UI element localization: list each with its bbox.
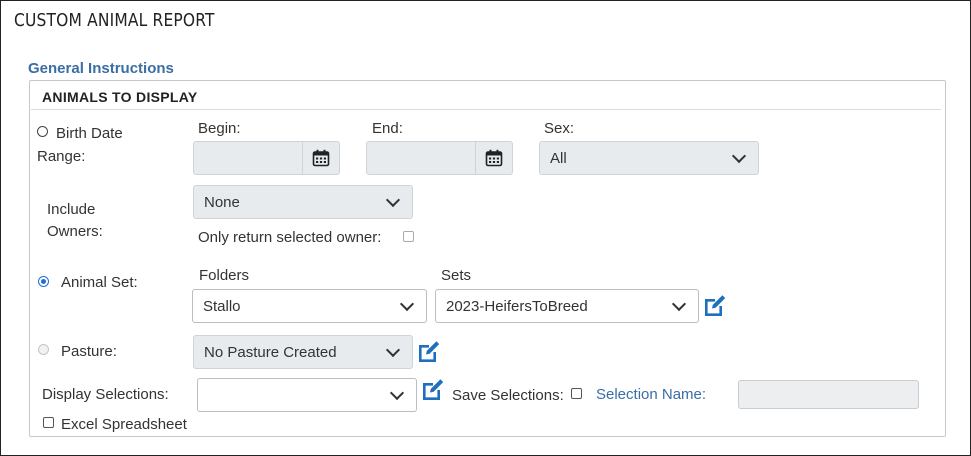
panel-title: ANIMALS TO DISPLAY <box>42 89 198 105</box>
save-selections-label: Save Selections: <box>452 387 564 404</box>
excel-label: Excel Spreadsheet <box>61 416 187 433</box>
birth-date-label: Birth Date <box>56 125 123 142</box>
panel-divider <box>31 109 941 110</box>
owners-select[interactable]: None <box>193 185 413 219</box>
general-instructions-link[interactable]: General Instructions <box>28 60 174 77</box>
edit-set-icon[interactable] <box>703 294 727 316</box>
birth-date-label-range: Range: <box>37 148 86 165</box>
animal-set-label: Animal Set: <box>61 274 138 291</box>
save-selections-checkbox[interactable] <box>571 388 582 399</box>
chevron-down-icon <box>385 342 401 358</box>
end-calendar-button[interactable] <box>475 141 513 175</box>
calendar-icon <box>485 149 503 167</box>
display-selections-label: Display Selections: <box>42 386 169 403</box>
only-selected-owner-checkbox[interactable] <box>403 231 414 242</box>
pasture-select[interactable]: No Pasture Created <box>193 335 413 369</box>
sex-label: Sex: <box>544 120 575 137</box>
begin-date-input[interactable] <box>193 141 303 175</box>
include-owners-label-2: Owners: <box>47 223 103 240</box>
end-label: End: <box>372 120 403 137</box>
pasture-label: Pasture: <box>61 343 117 360</box>
sex-select[interactable]: All <box>539 141 759 175</box>
sex-select-value: All <box>550 149 567 167</box>
chevron-down-icon <box>399 296 415 312</box>
chevron-down-icon <box>389 385 405 401</box>
folder-select-value: Stallo <box>203 297 241 315</box>
begin-calendar-button[interactable] <box>302 141 340 175</box>
sets-label: Sets <box>441 267 472 284</box>
include-owners-label: Include <box>47 201 96 218</box>
excel-checkbox[interactable] <box>43 417 54 428</box>
folders-label: Folders <box>199 267 250 284</box>
animal-set-radio[interactable] <box>38 276 49 287</box>
chevron-down-icon <box>671 296 687 312</box>
calendar-icon <box>312 149 330 167</box>
end-date-input[interactable] <box>366 141 476 175</box>
only-selected-owner-label: Only return selected owner: <box>198 229 382 246</box>
chevron-down-icon <box>731 148 747 164</box>
begin-label: Begin: <box>198 120 241 137</box>
set-select-value: 2023-HeifersToBreed <box>446 297 588 315</box>
edit-pasture-icon[interactable] <box>417 340 441 362</box>
folder-select[interactable]: Stallo <box>192 289 427 323</box>
edit-selections-icon[interactable] <box>421 378 445 400</box>
page-title: CUSTOM ANIMAL REPORT <box>14 10 215 31</box>
selection-name-input[interactable] <box>738 380 919 409</box>
birth-date-radio[interactable] <box>37 126 48 137</box>
selection-name-label: Selection Name: <box>596 386 707 403</box>
owners-select-value: None <box>204 193 240 211</box>
display-selections-select[interactable] <box>197 378 417 412</box>
chevron-down-icon <box>385 192 401 208</box>
pasture-select-value: No Pasture Created <box>204 343 337 361</box>
set-select[interactable]: 2023-HeifersToBreed <box>435 289 699 323</box>
pasture-radio[interactable] <box>38 344 49 355</box>
